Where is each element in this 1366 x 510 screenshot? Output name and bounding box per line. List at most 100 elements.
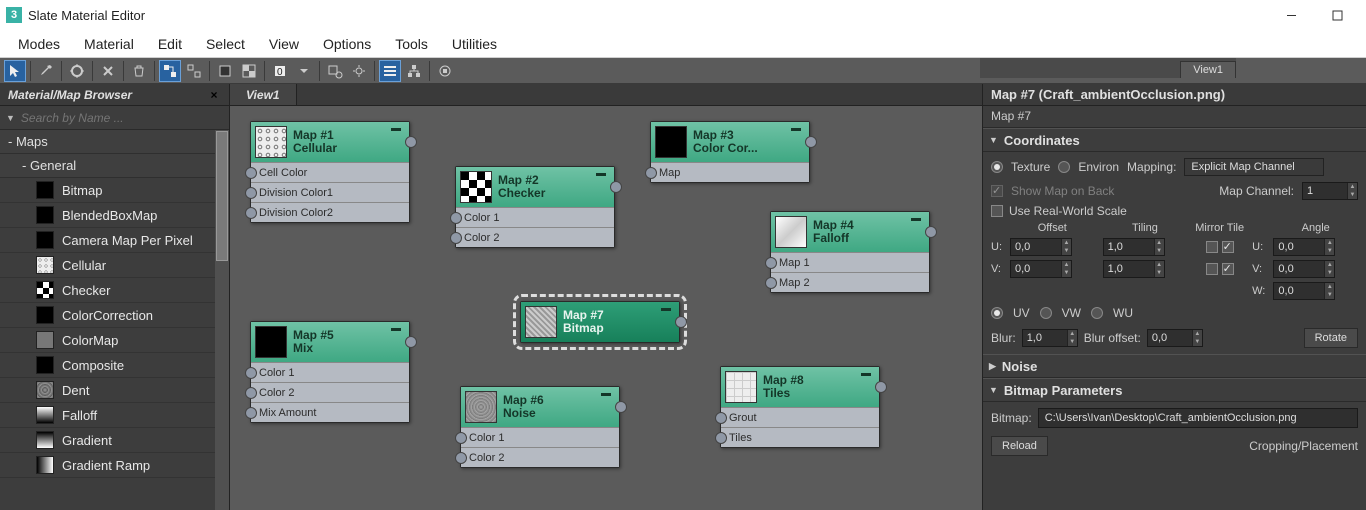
node-output[interactable] [805,136,817,148]
collapse-icon[interactable] [389,326,403,332]
rollout-coordinates[interactable]: ▼Coordinates [983,128,1366,152]
tool-eyedropper-icon[interactable] [35,60,57,82]
v-tiling-input[interactable]: 1,0▲▼ [1103,260,1165,278]
node-output[interactable] [405,136,417,148]
v-mirror-check[interactable] [1206,263,1218,275]
minimize-button[interactable] [1268,0,1314,30]
collapse-icon[interactable] [789,126,803,132]
node-output[interactable] [675,316,687,328]
node-map8[interactable]: Map #8Tiles Grout Tiles [720,366,880,448]
right-view-tab[interactable]: View1 [1180,61,1236,78]
tree-group-general[interactable]: - General [0,154,215,178]
tool-background-icon[interactable] [238,60,260,82]
menu-modes[interactable]: Modes [6,32,72,56]
collapse-icon[interactable] [659,306,673,312]
tool-apply-icon[interactable] [66,60,88,82]
browser-search[interactable]: ▼ [0,106,229,130]
collapse-icon[interactable] [909,216,923,222]
rotate-button[interactable]: Rotate [1304,328,1358,348]
tool-layout-list-icon[interactable] [379,60,401,82]
node-map4[interactable]: Map #4Falloff Map 1 Map 2 [770,211,930,293]
radio-texture[interactable] [991,161,1003,173]
maximize-button[interactable] [1314,0,1360,30]
radio-wu[interactable] [1091,307,1103,319]
blur-input[interactable]: 1,0▲▼ [1022,329,1078,347]
tree-item-gradientramp[interactable]: Gradient Ramp [0,453,215,478]
node-map5[interactable]: Map #5Mix Color 1 Color 2 Mix Amount [250,321,410,423]
u-angle-input[interactable]: 0,0▲▼ [1273,238,1335,256]
tool-sample-dropdown-icon[interactable] [293,60,315,82]
node-slot[interactable]: Color 1 [461,427,619,447]
node-map2[interactable]: Map #2Checker Color 1 Color 2 [455,166,615,248]
tree-item-cellular[interactable]: Cellular [0,253,215,278]
tool-show-end-icon[interactable] [214,60,236,82]
browser-close-icon[interactable]: × [207,88,221,102]
tool-clear-icon[interactable] [97,60,119,82]
tree-scrollbar[interactable] [215,130,229,510]
browser-tree[interactable]: - Maps - General Bitmap BlendedBoxMap Ca… [0,130,229,510]
tool-move-children-icon[interactable] [159,60,181,82]
radio-environ[interactable] [1058,161,1070,173]
tree-item-colorcorrection[interactable]: ColorCorrection [0,303,215,328]
tree-item-blendedbox[interactable]: BlendedBoxMap [0,203,215,228]
node-slot[interactable]: Cell Color [251,162,409,182]
tree-item-cameramap[interactable]: Camera Map Per Pixel [0,228,215,253]
u-tiling-input[interactable]: 1,0▲▼ [1103,238,1165,256]
node-slot[interactable]: Division Color2 [251,202,409,222]
node-slot[interactable]: Color 2 [456,227,614,247]
check-show-map-back[interactable] [991,185,1003,197]
tool-navigator-icon[interactable] [434,60,456,82]
tree-item-bitmap[interactable]: Bitmap [0,178,215,203]
view-tab[interactable]: View1 [230,84,297,105]
search-input[interactable] [21,111,223,125]
node-slot[interactable]: Color 1 [456,207,614,227]
reload-button[interactable]: Reload [991,436,1048,456]
collapse-icon[interactable] [599,391,613,397]
node-output[interactable] [875,381,887,393]
node-slot[interactable]: Map 1 [771,252,929,272]
menu-tools[interactable]: Tools [383,32,440,56]
tool-layout-children-icon[interactable] [403,60,425,82]
tree-scroll-thumb[interactable] [216,131,228,261]
tool-sample-type-icon[interactable]: 0 [269,60,291,82]
node-canvas[interactable]: Map #1Cellular Cell Color Division Color… [230,106,982,510]
menu-view[interactable]: View [257,32,311,56]
node-map1[interactable]: Map #1Cellular Cell Color Division Color… [250,121,410,223]
bitmap-path-input[interactable]: C:\Users\Ivan\Desktop\Craft_ambientOcclu… [1038,408,1358,428]
tree-group-maps[interactable]: - Maps [0,130,215,154]
mapping-dropdown[interactable]: Explicit Map Channel [1184,158,1324,176]
node-slot[interactable]: Color 2 [251,382,409,402]
param-subtitle[interactable]: Map #7 [983,106,1366,128]
node-output[interactable] [405,336,417,348]
node-output[interactable] [610,181,622,193]
menu-select[interactable]: Select [194,32,257,56]
menu-options[interactable]: Options [311,32,383,56]
tree-item-colormap[interactable]: ColorMap [0,328,215,353]
map-channel-input[interactable]: 1▲▼ [1302,182,1358,200]
node-slot[interactable]: Division Color1 [251,182,409,202]
node-slot[interactable]: Grout [721,407,879,427]
tree-item-checker[interactable]: Checker [0,278,215,303]
radio-uv[interactable] [991,307,1003,319]
tool-delete-icon[interactable] [128,60,150,82]
rollout-noise[interactable]: ▶Noise [983,354,1366,378]
tree-item-falloff[interactable]: Falloff [0,403,215,428]
node-slot[interactable]: Tiles [721,427,879,447]
u-mirror-check[interactable] [1206,241,1218,253]
node-slot[interactable]: Map [651,162,809,182]
w-angle-input[interactable]: 0,0▲▼ [1273,282,1335,300]
search-options-icon[interactable]: ▼ [6,113,15,123]
u-offset-input[interactable]: 0,0▲▼ [1010,238,1072,256]
v-offset-input[interactable]: 0,0▲▼ [1010,260,1072,278]
u-tile-check[interactable] [1222,241,1234,253]
node-output[interactable] [925,226,937,238]
node-slot[interactable]: Color 2 [461,447,619,467]
node-map7[interactable]: Map #7Bitmap [520,301,680,343]
node-map6[interactable]: Map #6Noise Color 1 Color 2 [460,386,620,468]
menu-material[interactable]: Material [72,32,146,56]
v-angle-input[interactable]: 0,0▲▼ [1273,260,1335,278]
tool-hide-unused-icon[interactable] [183,60,205,82]
node-slot[interactable]: Mix Amount [251,402,409,422]
node-slot[interactable]: Color 1 [251,362,409,382]
tree-item-composite[interactable]: Composite [0,353,215,378]
